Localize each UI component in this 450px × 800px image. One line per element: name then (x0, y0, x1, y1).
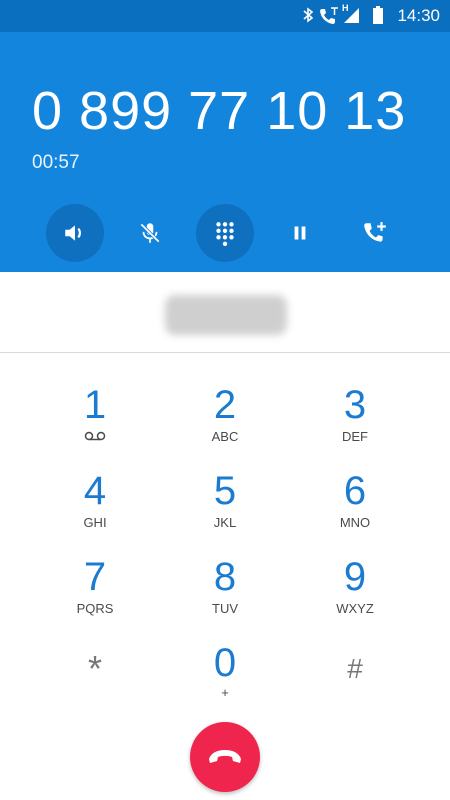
redacted-caller-info (165, 295, 287, 335)
phone-number: 0 899 77 10 13 (32, 81, 407, 141)
key-digit: 7 (83, 555, 107, 599)
dialpad-key-7[interactable]: 7 PQRS (35, 555, 155, 635)
key-letters: DEF (342, 429, 368, 444)
dialpad-key-2[interactable]: 2 ABC (165, 383, 285, 463)
mute-button[interactable] (121, 204, 179, 262)
pause-icon (294, 226, 306, 240)
key-digit: 2 (213, 383, 237, 427)
key-letters: + (221, 685, 229, 700)
key-digit: 1 (83, 383, 107, 427)
key-letters: ABC (211, 429, 239, 444)
key-letters: GHI (83, 515, 107, 530)
speaker-icon (65, 225, 81, 241)
end-call-icon (209, 750, 241, 763)
key-letters: TUV (212, 601, 238, 616)
dialpad-key-6[interactable]: 6 MNO (295, 469, 415, 549)
speaker-button[interactable] (46, 204, 104, 262)
key-digit: # (347, 653, 363, 684)
key-digit: 5 (213, 469, 237, 513)
dialpad-key-5[interactable]: 5 JKL (165, 469, 285, 549)
key-digit: 6 (343, 469, 367, 513)
bluetooth-icon (303, 7, 314, 23)
dialpad-key-0[interactable]: 0 + (165, 641, 285, 721)
add-call-button[interactable] (346, 204, 404, 262)
dialpad-button[interactable] (196, 204, 254, 262)
call-duration: 00:57 (32, 152, 80, 173)
key-digit: 0 (213, 641, 237, 685)
call-icon (320, 7, 338, 24)
key-digit: 8 (213, 555, 237, 599)
key-digit: 4 (83, 469, 107, 513)
dialpad-key-9[interactable]: 9 WXYZ (295, 555, 415, 635)
hold-button[interactable] (271, 204, 329, 262)
add-call-icon (364, 222, 386, 242)
divider (0, 352, 450, 353)
key-letters: MNO (339, 515, 371, 530)
key-digit: 9 (343, 555, 367, 599)
dialpad-icon (216, 222, 234, 246)
key-digit: * (87, 648, 102, 689)
voicemail-icon (84, 431, 106, 441)
key-letters: PQRS (76, 601, 114, 616)
dialpad-key-star[interactable]: * (35, 647, 155, 727)
battery-icon (373, 6, 383, 24)
key-letters: JKL (213, 515, 237, 530)
dialpad-key-8[interactable]: 8 TUV (165, 555, 285, 635)
call-header: 0 899 77 10 13 00:57 (0, 32, 450, 272)
key-letters: WXYZ (336, 601, 374, 616)
key-digit: 3 (343, 383, 367, 427)
signal-icon (344, 8, 359, 23)
dialpad-key-hash[interactable]: # (295, 647, 415, 727)
dialpad-key-1[interactable]: 1 (35, 383, 155, 463)
clock: 14:30 (397, 6, 440, 25)
dialpad-key-4[interactable]: 4 GHI (35, 469, 155, 549)
status-bar: H 14:30 (0, 0, 450, 32)
dialpad-key-3[interactable]: 3 DEF (295, 383, 415, 463)
end-call-button[interactable] (190, 722, 260, 792)
mic-off-icon (140, 223, 160, 243)
